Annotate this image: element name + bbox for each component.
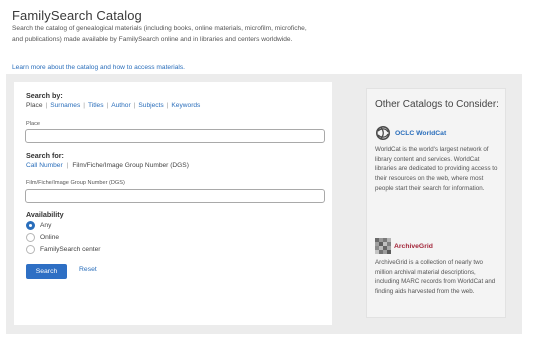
- tab-divider: |: [106, 102, 109, 109]
- radio-button[interactable]: [26, 233, 35, 242]
- availability-any-option[interactable]: Any: [26, 221, 51, 230]
- tab-surnames[interactable]: Surnames: [50, 102, 80, 109]
- page-title: FamilySearch Catalog: [12, 8, 142, 23]
- search-for-options: Call Number | Film/Fiche/Image Group Num…: [26, 162, 189, 169]
- reset-link[interactable]: Reset: [79, 266, 97, 273]
- tab-divider: |: [133, 102, 136, 109]
- availability-center-label: FamilySearch center: [40, 246, 101, 253]
- availability-center-option[interactable]: FamilySearch center: [26, 245, 100, 254]
- place-input[interactable]: [25, 129, 325, 143]
- catalog-description: Search the catalog of genealogical mater…: [12, 25, 307, 43]
- availability-label: Availability: [26, 210, 64, 219]
- availability-any-label: Any: [40, 222, 52, 229]
- tab-author[interactable]: Author: [111, 102, 130, 109]
- tab-divider: |: [45, 102, 48, 109]
- search-by-tabs: Place | Surnames | Titles | Author | Sub…: [26, 102, 200, 109]
- tab-call-number[interactable]: Call Number: [26, 162, 63, 169]
- worldcat-logo-icon: [376, 126, 390, 140]
- archivegrid-description: ArchiveGrid is a collection of nearly tw…: [375, 259, 496, 296]
- search-for-label: Search for:: [26, 151, 64, 160]
- search-button[interactable]: Search: [26, 264, 67, 279]
- tab-divider: |: [83, 102, 85, 109]
- search-form-panel: [14, 82, 332, 325]
- archivegrid-logo-icon: [375, 238, 391, 254]
- tab-film-number[interactable]: Film/Fiche/Image Group Number (DGS): [72, 162, 189, 169]
- tab-place[interactable]: Place: [26, 102, 43, 109]
- tab-titles[interactable]: Titles: [88, 102, 104, 109]
- radio-button[interactable]: [26, 245, 35, 254]
- worldcat-description: WorldCat is the world's largest network …: [375, 146, 498, 192]
- other-catalogs-title: Other Catalogs to Consider:: [375, 99, 499, 110]
- archivegrid-heading: ArchiveGrid: [375, 238, 433, 254]
- learn-more-link[interactable]: Learn more about the catalog and how to …: [12, 64, 185, 71]
- archivegrid-link[interactable]: ArchiveGrid: [394, 243, 433, 250]
- availability-online-option[interactable]: Online: [26, 233, 59, 242]
- search-by-label: Search by:: [26, 91, 63, 100]
- worldcat-link[interactable]: OCLC WorldCat: [395, 130, 446, 137]
- worldcat-heading: OCLC WorldCat: [375, 125, 446, 141]
- film-number-field-label: Film/Fiche/Image Group Number (DGS): [26, 180, 125, 186]
- radio-button-checked[interactable]: [26, 221, 35, 230]
- tab-keywords[interactable]: Keywords: [171, 102, 200, 109]
- availability-online-label: Online: [40, 234, 60, 241]
- tab-subjects[interactable]: Subjects: [138, 102, 163, 109]
- tab-divider: |: [66, 162, 69, 169]
- tab-divider: |: [166, 102, 169, 109]
- place-field-label: Place: [26, 121, 40, 127]
- film-number-input[interactable]: [25, 189, 325, 203]
